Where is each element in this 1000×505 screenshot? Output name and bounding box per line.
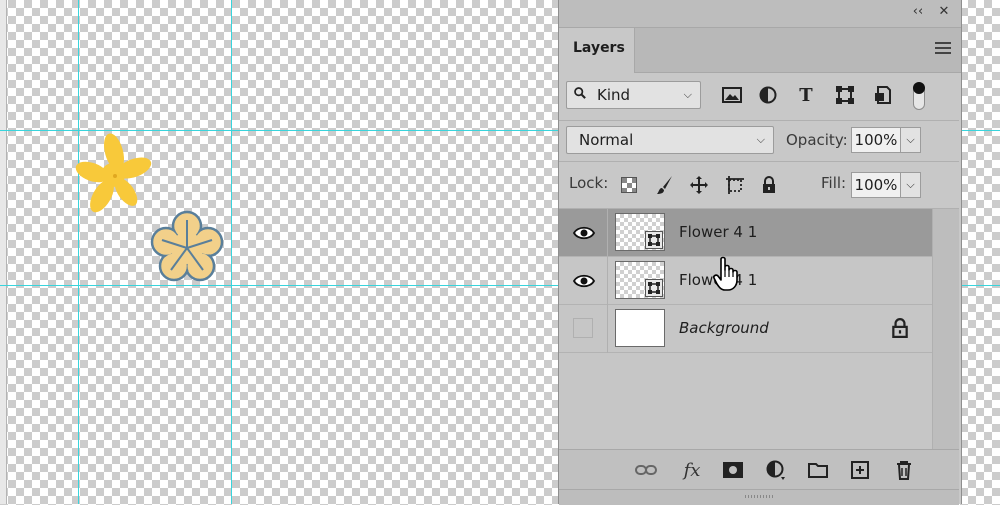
- lock-transparent-icon[interactable]: [619, 175, 639, 195]
- adjustment-filter-icon[interactable]: [757, 84, 779, 106]
- visibility-separator: [607, 305, 608, 353]
- adjustment-layer-icon[interactable]: [765, 459, 787, 481]
- lock-row: Lock: Fill: 100% ⌵: [559, 162, 959, 209]
- panel-resize-grip[interactable]: [559, 489, 959, 505]
- opacity-dropdown-button[interactable]: ⌵: [901, 127, 921, 153]
- opacity-label: Opacity:: [786, 131, 848, 149]
- tab-layers[interactable]: Layers: [559, 28, 635, 73]
- lock-artboard-icon[interactable]: [725, 175, 745, 195]
- lock-label: Lock:: [569, 174, 609, 192]
- lock-position-icon[interactable]: [689, 175, 709, 195]
- layers-list: Flower 4 1 Flower 4 1 Background: [559, 209, 959, 449]
- type-filter-icon[interactable]: T: [795, 84, 817, 106]
- vertical-ruler: [0, 0, 7, 504]
- panel-menu-icon[interactable]: [935, 42, 951, 57]
- layer-name[interactable]: Flower 4 1: [679, 223, 757, 241]
- eye-icon[interactable]: [573, 271, 595, 291]
- blend-mode-value: Normal: [579, 131, 634, 149]
- image-filter-icon[interactable]: [721, 84, 743, 106]
- kind-filter-label: Kind: [597, 86, 631, 104]
- opacity-input[interactable]: 100%: [851, 127, 901, 153]
- layer-row-flower-selected[interactable]: Flower 4 1: [559, 209, 932, 257]
- layer-row-flower[interactable]: Flower 4 1: [559, 257, 932, 305]
- eye-icon[interactable]: [573, 223, 595, 243]
- delete-icon[interactable]: [893, 459, 915, 481]
- mask-icon[interactable]: [722, 459, 744, 481]
- chevron-down-icon: ⌵: [756, 133, 765, 146]
- guide-vertical-2[interactable]: [231, 0, 232, 504]
- panel-topbar: ‹‹ ✕: [559, 0, 961, 28]
- fx-icon[interactable]: fx: [681, 459, 703, 481]
- blend-row: Normal ⌵ Opacity: 100% ⌵: [559, 121, 959, 162]
- tab-row: Layers: [559, 28, 961, 73]
- fill-label: Fill:: [821, 174, 847, 192]
- layer-thumbnail[interactable]: [615, 213, 665, 251]
- search-icon: [574, 87, 586, 99]
- close-icon[interactable]: ✕: [935, 4, 953, 19]
- lock-icon[interactable]: [891, 318, 909, 338]
- shape-filter-icon[interactable]: [834, 84, 856, 106]
- new-layer-icon[interactable]: [849, 459, 871, 481]
- panel-footer: fx: [559, 449, 959, 490]
- chevron-down-icon: ⌵: [683, 88, 692, 101]
- layer-name[interactable]: Background: [679, 319, 769, 337]
- link-layers-icon[interactable]: [635, 459, 657, 481]
- visibility-separator: [607, 209, 608, 257]
- visibility-toggle-empty[interactable]: [573, 318, 593, 338]
- lock-all-icon[interactable]: [759, 175, 779, 195]
- guide-vertical-1[interactable]: [78, 0, 79, 504]
- lock-image-icon[interactable]: [655, 175, 675, 195]
- layer-thumbnail[interactable]: [615, 309, 665, 347]
- layer-row-background[interactable]: Background: [559, 305, 932, 353]
- fill-dropdown-button[interactable]: ⌵: [901, 172, 921, 198]
- yellow-flower-shape[interactable]: [72, 132, 156, 218]
- group-folder-icon[interactable]: [807, 459, 829, 481]
- smart-object-badge-icon: [645, 279, 663, 297]
- hand-cursor-icon: [713, 256, 738, 291]
- smart-object-badge-icon: [645, 231, 663, 249]
- blend-mode-select[interactable]: Normal ⌵: [566, 126, 774, 154]
- layers-panel: ‹‹ ✕ Layers Kind ⌵ T Normal ⌵ Opacity: 1…: [558, 0, 962, 505]
- filter-row: Kind ⌵ T: [559, 72, 959, 121]
- visibility-separator: [607, 257, 608, 305]
- smart-object-filter-icon[interactable]: [872, 84, 894, 106]
- fill-input[interactable]: 100%: [851, 172, 901, 198]
- filter-toggle[interactable]: [913, 82, 925, 110]
- kind-filter-select[interactable]: Kind ⌵: [566, 81, 701, 109]
- layer-thumbnail[interactable]: [615, 261, 665, 299]
- outlined-flower-shape[interactable]: [146, 206, 228, 288]
- double-chevron-icon[interactable]: ‹‹: [909, 4, 927, 19]
- scrollbar[interactable]: [932, 209, 959, 449]
